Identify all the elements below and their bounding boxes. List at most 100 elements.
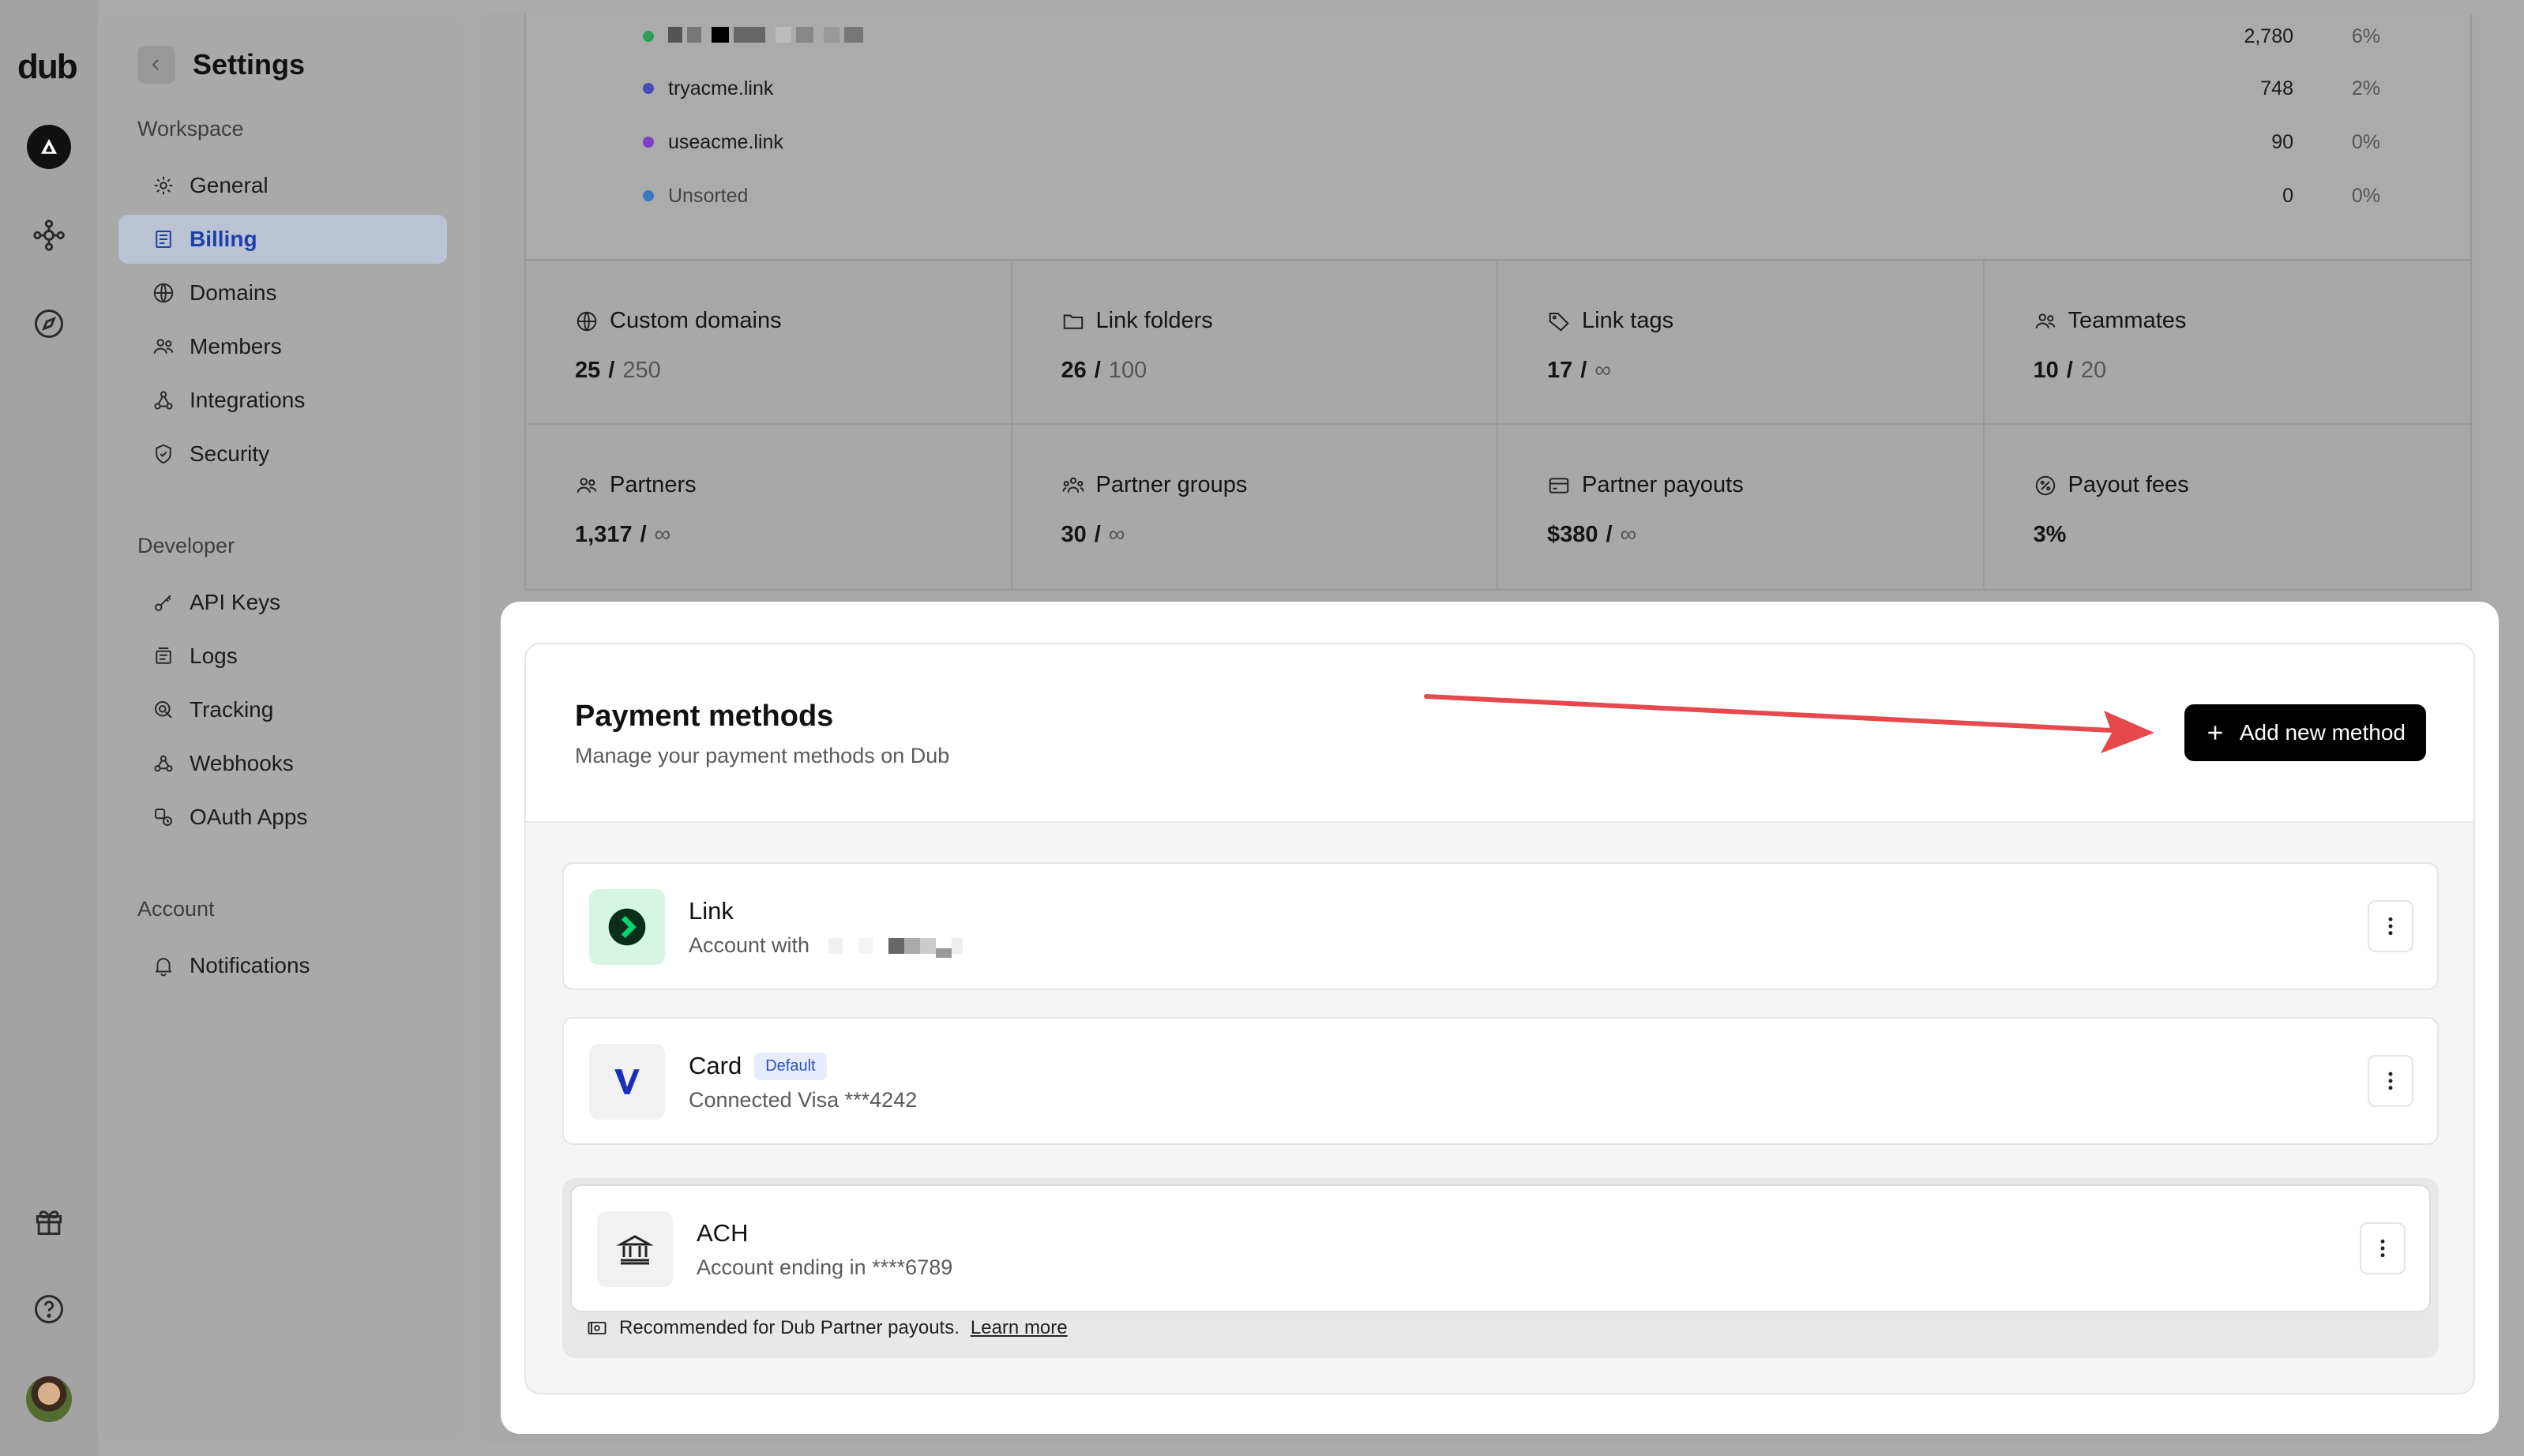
bell-icon	[155, 958, 172, 977]
sidebar-item-label: Integrations	[190, 388, 306, 412]
list-item: Unsorted 0 0%	[643, 180, 2380, 212]
sidebar-item-billing[interactable]: Billing	[118, 215, 447, 264]
section-account: Account	[137, 897, 215, 921]
domain-count: 748	[2260, 77, 2293, 99]
sidebar-item-label: API Keys	[190, 590, 281, 614]
ach-recommendation-note: Recommended for Dub Partner payouts. Lea…	[586, 1317, 1068, 1339]
help-icon[interactable]	[24, 1284, 74, 1334]
stat-partner-groups: Partner groups 30/∞	[1012, 425, 1498, 589]
sidebar-item-label: OAuth Apps	[190, 805, 308, 829]
sidebar-item-notifications[interactable]: Notifications	[118, 941, 466, 990]
domain-percent: 0%	[2351, 130, 2380, 153]
settings-title: Settings	[193, 48, 306, 81]
default-badge: Default	[754, 1052, 827, 1080]
shield-icon	[156, 444, 171, 464]
domain-name: useacme.link	[668, 130, 783, 153]
webhook-icon	[154, 755, 173, 772]
key-icon	[155, 595, 171, 611]
series-dot	[643, 137, 654, 148]
sidebar-item-integrations[interactable]: Integrations	[118, 376, 466, 425]
stat-partner-payouts: Partner payouts $380/∞	[1498, 425, 1985, 589]
cash-icon	[588, 1322, 607, 1334]
method-name: Link	[689, 897, 734, 925]
domain-usage-card: 2,780 6% tryacme.link 748 2% useacme.lin…	[524, 13, 2472, 261]
payment-methods-panel: Payment methods Manage your payment meth…	[501, 602, 2499, 1434]
usage-stats-grid: Custom domains 25/250 Link folders 26/10…	[524, 259, 2472, 591]
more-options-button[interactable]	[2368, 1055, 2413, 1107]
payment-methods-header: Payment methods Manage your payment meth…	[526, 644, 2473, 823]
stat-link-tags: Link tags 17/∞	[1498, 261, 1985, 425]
domain-count: 2,780	[2244, 24, 2293, 47]
list-item: useacme.link 90 0%	[643, 126, 2380, 158]
globe-icon	[577, 311, 597, 331]
list-item: 2,780 6%	[643, 21, 2380, 52]
method-name: Card	[689, 1052, 742, 1079]
users-icon	[577, 477, 597, 493]
icon-rail: dub	[0, 0, 98, 1456]
sidebar-item-oauth-apps[interactable]: OAuth Apps	[118, 793, 466, 842]
users-icon	[2035, 313, 2055, 328]
add-new-method-button[interactable]: Add new method	[2184, 704, 2426, 761]
domain-percent: 6%	[2351, 24, 2380, 47]
kebab-icon	[2388, 917, 2393, 936]
payment-method-ach: ACH Account ending in ****6789	[570, 1184, 2431, 1312]
kebab-icon	[2388, 1071, 2393, 1090]
sidebar-item-label: General	[190, 173, 269, 197]
series-dot	[643, 31, 654, 42]
connections-icon[interactable]	[24, 210, 74, 261]
settings-sidebar: Settings Workspace General Billing Domai…	[100, 13, 466, 1443]
sidebar-item-logs[interactable]: Logs	[118, 632, 466, 681]
back-button[interactable]	[137, 46, 175, 84]
sidebar-item-label: Webhooks	[190, 751, 294, 775]
domain-count: 90	[2271, 130, 2293, 153]
folder-icon	[1063, 314, 1083, 329]
series-dot	[643, 83, 654, 94]
logs-icon	[156, 647, 171, 664]
method-detail: Account ending in ****6789	[697, 1255, 953, 1279]
integrations-icon	[154, 391, 173, 410]
visa-icon	[589, 1044, 665, 1120]
stat-partners: Partners 1,317/∞	[526, 425, 1012, 589]
payment-method-link: Link Account with	[562, 862, 2439, 990]
sidebar-item-label: Billing	[190, 227, 257, 251]
card-icon	[1549, 477, 1569, 493]
gear-icon	[154, 176, 173, 195]
sidebar-item-security[interactable]: Security	[118, 430, 466, 478]
sidebar-item-label: Security	[190, 441, 270, 466]
sidebar-item-webhooks[interactable]: Webhooks	[118, 739, 466, 788]
stat-link-folders: Link folders 26/100	[1012, 261, 1498, 425]
gift-icon[interactable]	[24, 1195, 74, 1246]
sidebar-item-label: Members	[190, 334, 282, 358]
payment-methods-subtitle: Manage your payment methods on Dub	[575, 744, 950, 767]
tracking-icon	[155, 701, 172, 719]
more-options-button[interactable]	[2368, 900, 2413, 952]
sidebar-item-general[interactable]: General	[118, 161, 466, 210]
method-name: ACH	[697, 1219, 749, 1247]
method-detail: Connected Visa ***4242	[689, 1088, 918, 1112]
workspace-avatar[interactable]	[24, 122, 74, 172]
globe-icon	[153, 283, 174, 303]
stat-payout-fees: Payout fees 3%	[2033, 472, 2189, 547]
sidebar-item-tracking[interactable]: Tracking	[118, 685, 466, 734]
sidebar-item-label: Notifications	[190, 953, 310, 978]
sidebar-item-members[interactable]: Members	[118, 322, 466, 371]
domain-name: tryacme.link	[668, 77, 774, 99]
users-icon	[153, 339, 174, 354]
domain-percent: 0%	[2351, 184, 2380, 207]
payment-method-card: Card Default Connected Visa ***4242	[562, 1017, 2439, 1145]
sidebar-item-domains[interactable]: Domains	[118, 268, 466, 317]
dub-logo[interactable]: dub	[17, 47, 78, 87]
sidebar-item-label: Domains	[190, 280, 277, 305]
user-avatar[interactable]	[24, 1374, 74, 1424]
compass-icon[interactable]	[24, 298, 74, 349]
sidebar-item-label: Tracking	[190, 697, 274, 722]
more-options-button[interactable]	[2360, 1222, 2406, 1274]
sidebar-item-label: Logs	[190, 644, 238, 668]
domain-name: Unsorted	[668, 184, 749, 207]
sidebar-item-api-keys[interactable]: API Keys	[118, 578, 466, 627]
plus-icon	[2208, 726, 2222, 740]
section-workspace: Workspace	[137, 117, 244, 141]
percent-icon	[2035, 475, 2055, 495]
tag-icon	[1549, 312, 1569, 332]
learn-more-link[interactable]: Learn more	[971, 1317, 1068, 1339]
